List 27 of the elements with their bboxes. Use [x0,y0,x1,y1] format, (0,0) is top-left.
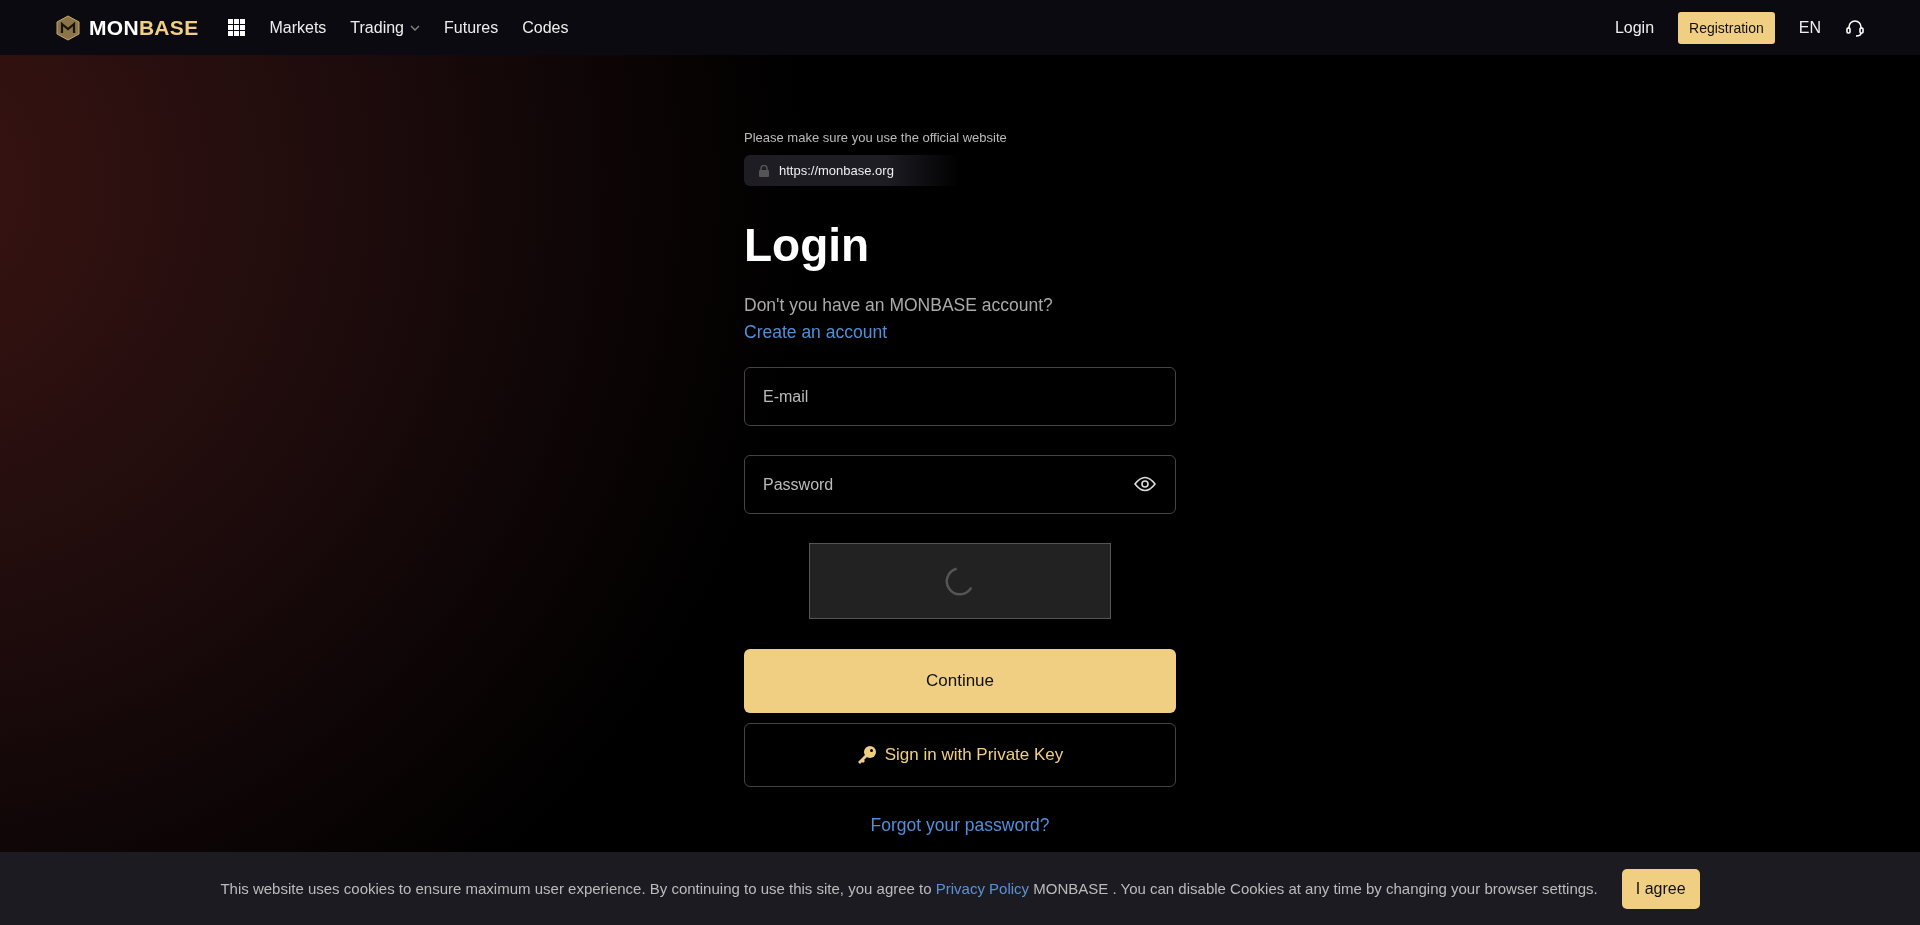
nav-link[interactable]: Codes [522,18,569,37]
create-account-link[interactable]: Create an account [744,322,887,342]
password-field[interactable]: Password [744,455,1176,514]
signup-prompt: Don't you have an MONBASE account? Create an account [744,294,1054,344]
forgot-password-link[interactable]: Forgot your password? [870,815,1050,836]
notice-text: Please make sure you use the official website [744,130,1008,145]
caret-icon [410,24,420,31]
nav-link[interactable]: Markets [269,18,327,37]
eye-icon[interactable] [1134,476,1156,492]
private-key-button[interactable]: Sign in with Private Key [744,723,1176,787]
language-link[interactable]: EN [1798,18,1821,37]
agree-button[interactable]: I agree [1621,868,1700,909]
cookie-notice: This website uses cookies to ensure maximum user experience. By continuing to use this site, you agree to Privacy Policy MONBASE . You can disable Cookies at any time by changing your browser settings. [220,880,1598,897]
headset-icon[interactable] [1845,17,1865,38]
logo-icon [55,14,81,41]
privacy-policy-link[interactable]: Privacy Policy [935,880,1030,897]
page-title: Login [744,218,871,272]
email-field[interactable]: E-mail [744,367,1176,426]
nav-link[interactable]: Trading [350,18,420,37]
apps-grid-icon[interactable] [228,19,246,36]
loading-spinner-icon [945,566,975,596]
nav-link[interactable]: Futures [444,18,499,37]
key-icon [856,745,877,765]
login-link[interactable]: Login [1614,18,1655,37]
registration-button[interactable]: Registration [1678,11,1775,44]
logo-text[interactable]: MONBASE [89,15,199,40]
continue-button[interactable]: Continue [744,649,1176,713]
